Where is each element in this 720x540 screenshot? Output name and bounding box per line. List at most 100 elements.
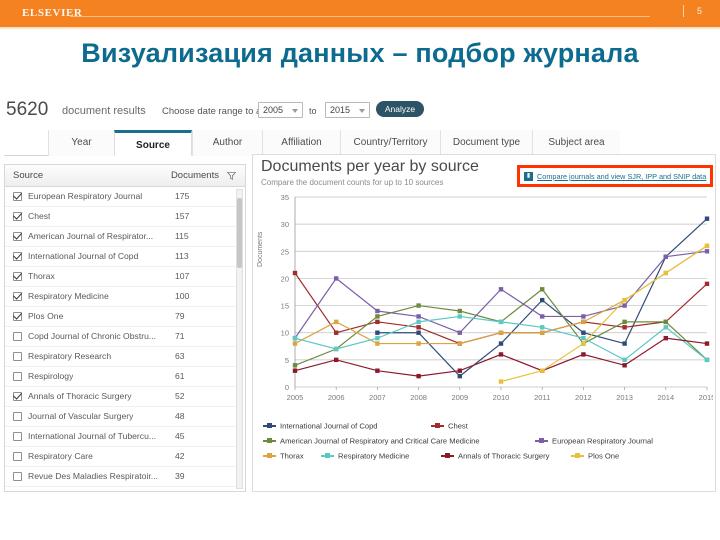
source-row-list: European Respiratory Journal 175 Chest 157 A… <box>5 187 237 491</box>
column-header-documents[interactable]: Documents <box>171 170 219 181</box>
source-row[interactable]: Plos One 79 <box>5 307 237 327</box>
chart-subtitle: Compare the document counts for up to 10… <box>261 178 444 187</box>
source-checkbox[interactable] <box>13 372 22 381</box>
legend-item[interactable]: Respiratory Medicine <box>321 447 409 462</box>
column-header-source[interactable]: Source <box>13 170 43 181</box>
source-document-count: 175 <box>175 191 190 201</box>
source-row[interactable]: Thorax 107 <box>5 267 237 287</box>
data-point <box>498 319 504 325</box>
source-checkbox[interactable] <box>13 472 22 481</box>
data-point <box>375 314 380 319</box>
compare-journals-link[interactable]: Compare journals and view SJR, IPP and S… <box>537 172 706 181</box>
tab-subject-area[interactable]: Subject area <box>532 130 620 156</box>
source-row[interactable]: Respiratory Medicine 100 <box>5 287 237 307</box>
source-document-count: 115 <box>175 231 189 241</box>
source-row[interactable]: Copd Journal of Chronic Obstru... 71 <box>5 327 237 347</box>
page-title: Визуализация данных – подбор журнала <box>81 38 639 68</box>
source-checkbox[interactable] <box>13 192 22 201</box>
source-row[interactable]: Journal of Vascular Surgery 48 <box>5 407 237 427</box>
data-point <box>334 346 339 352</box>
source-checkbox[interactable] <box>13 212 22 221</box>
scrollbar-thumb[interactable] <box>237 198 242 268</box>
tab-author[interactable]: Author <box>192 130 262 156</box>
source-checkbox[interactable] <box>13 252 22 261</box>
legend-item[interactable]: Annals of Thoracic Surgery <box>441 447 549 462</box>
date-range-from-select[interactable]: 2005 <box>258 102 303 118</box>
source-row[interactable]: Revue Des Maladies Respiratoir... 39 <box>5 467 237 487</box>
source-checkbox[interactable] <box>13 352 22 361</box>
analyze-button[interactable]: Analyze <box>376 101 424 117</box>
source-checkbox[interactable] <box>13 392 22 401</box>
tab-country-territory[interactable]: Country/Territory <box>340 130 440 156</box>
source-checkbox[interactable] <box>13 232 22 241</box>
y-tick-label: 25 <box>281 247 289 256</box>
data-point <box>292 341 298 346</box>
sort-filter-icon[interactable] <box>227 172 236 180</box>
source-checkbox[interactable] <box>13 292 22 301</box>
data-point <box>416 341 421 346</box>
line-chart: Documents 0 5 10 15 20 25 30 35 2005 2006 2007 2008… <box>257 191 716 411</box>
source-row[interactable]: International Journal of Copd 113 <box>5 247 237 267</box>
legend-row: International Journal of Copd Chest <box>263 417 713 432</box>
source-row[interactable]: European Respiratory Journal 175 <box>5 187 237 207</box>
y-tick-label: 20 <box>281 274 289 283</box>
source-row[interactable]: Chest 157 <box>5 207 237 227</box>
data-point <box>704 357 710 363</box>
legend-item[interactable]: Plos One <box>571 447 619 462</box>
date-range-from-value: 2005 <box>263 105 284 115</box>
chevron-down-icon <box>292 109 298 113</box>
legend-item[interactable]: European Respiratory Journal <box>535 432 653 447</box>
source-name: Respiratory Care <box>28 451 93 461</box>
legend-item[interactable]: Thorax <box>263 447 304 462</box>
source-list-scrollbar[interactable] <box>236 189 243 489</box>
y-tick-label: 5 <box>285 356 289 365</box>
data-point <box>416 330 421 335</box>
legend-item[interactable]: American Journal of Respiratory and Crit… <box>263 432 480 447</box>
source-row[interactable]: Respiratory Research 63 <box>5 347 237 367</box>
data-point <box>334 330 339 335</box>
source-row[interactable]: Annals of Thoracic Surgery 52 <box>5 387 237 407</box>
source-document-count: 52 <box>175 391 185 401</box>
source-row[interactable]: Respirology 61 <box>5 367 237 387</box>
chart-title: Documents per year by source <box>261 158 479 175</box>
data-point <box>334 276 339 281</box>
data-point <box>540 297 545 303</box>
source-checkbox[interactable] <box>13 272 22 281</box>
data-point <box>375 335 380 341</box>
data-point <box>498 341 504 346</box>
legend-item[interactable]: International Journal of Copd <box>263 417 378 432</box>
tab-affiliation[interactable]: Affiliation <box>262 130 340 156</box>
header-divider <box>70 16 650 17</box>
source-checkbox[interactable] <box>13 412 22 421</box>
source-row[interactable]: International Journal of Tubercu... 45 <box>5 427 237 447</box>
source-row[interactable]: Respiratory Care 42 <box>5 447 237 467</box>
legend-row: Thorax Respiratory Medicine Annals of Thor… <box>263 447 713 462</box>
legend-label: International Journal of Copd <box>280 421 378 431</box>
y-tick-label: 0 <box>285 383 289 392</box>
source-checkbox[interactable] <box>13 452 22 461</box>
source-checkbox[interactable] <box>13 312 22 321</box>
data-point <box>375 308 380 314</box>
result-count-label: document results <box>62 105 146 117</box>
data-point <box>581 319 586 325</box>
source-checkbox[interactable] <box>13 432 22 441</box>
source-checkbox[interactable] <box>13 332 22 341</box>
x-tick-label: 2006 <box>328 393 345 402</box>
source-name: International Journal of Copd <box>28 251 139 261</box>
data-point <box>663 254 668 259</box>
x-tick-label: 2007 <box>369 393 386 402</box>
data-point <box>416 319 421 325</box>
source-document-count: 79 <box>175 311 185 321</box>
tab-document-type[interactable]: Document type <box>440 130 532 156</box>
tab-source[interactable]: Source <box>114 130 192 156</box>
data-point <box>334 319 339 325</box>
date-range-to-select[interactable]: 2015 <box>325 102 370 118</box>
legend-item[interactable]: Chest <box>431 417 468 432</box>
chart-svg: 0 5 10 15 20 25 30 35 2005 2006 2007 2008 2009 2010 20… <box>281 193 716 402</box>
data-point <box>622 363 627 368</box>
source-row[interactable]: American Journal of Respirator... 115 <box>5 227 237 247</box>
data-point <box>540 330 545 335</box>
scopus-screenshot: 5620 document results Choose date range … <box>0 92 720 500</box>
tab-year[interactable]: Year <box>48 130 114 156</box>
y-tick-label: 10 <box>281 329 289 338</box>
